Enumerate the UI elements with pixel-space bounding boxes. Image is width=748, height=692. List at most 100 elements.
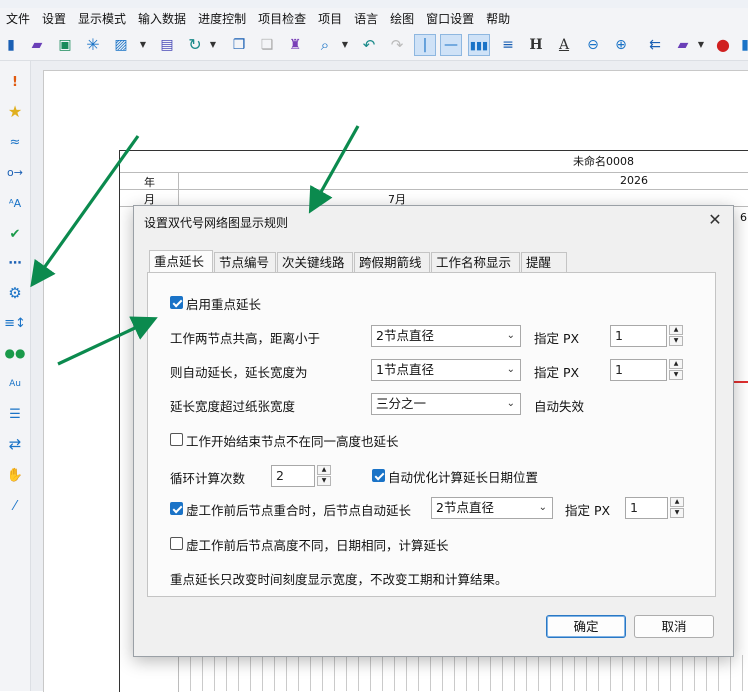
horizontal-line-icon[interactable]: — [440, 34, 462, 56]
swap-icon[interactable]: ⇄ [4, 433, 26, 455]
auto-optimize-checkbox[interactable] [372, 469, 385, 482]
virtual-diff-height-checkbox[interactable] [170, 537, 183, 550]
chevron-down-icon[interactable]: ▼ [138, 34, 148, 56]
extension-width-select[interactable]: 1节点直径 ⌄ [371, 359, 521, 381]
px-stepper-1[interactable]: 1 ▲ ▼ [610, 325, 684, 347]
start-end-extend-checkbox[interactable] [170, 433, 183, 446]
bars-icon[interactable]: ▮▮▮ [468, 34, 490, 56]
spin-down-icon[interactable]: ▼ [669, 370, 683, 380]
exclamation-icon[interactable]: ! [4, 71, 26, 93]
tab-node-numbering[interactable]: 节点编号 [214, 252, 276, 272]
wand-icon[interactable]: ⁄ [4, 495, 26, 517]
refresh-icon[interactable]: ↻ [184, 34, 206, 56]
record-icon[interactable]: ● [712, 34, 734, 56]
menu-file[interactable]: 文件 [0, 8, 36, 30]
asterisk-icon[interactable]: ✳ [82, 34, 104, 56]
menu-help[interactable]: 帮助 [480, 8, 516, 30]
grid-lines [178, 655, 748, 691]
spin-up-icon[interactable]: ▲ [669, 325, 683, 335]
spin-down-icon[interactable]: ▼ [669, 336, 683, 346]
zoom-out-icon[interactable]: ⊖ [582, 34, 604, 56]
text-h-icon[interactable]: H [525, 34, 547, 56]
px-label-3: 指定 PX [565, 503, 611, 518]
ok-button[interactable]: 确定 [546, 615, 626, 638]
year-row-label: 年 [144, 176, 155, 189]
close-icon[interactable]: ✕ [705, 210, 725, 230]
menu-bar: 文件 设置 显示模式 输入数据 进度控制 项目检查 项目 语言 绘图 窗口设置 … [0, 8, 748, 30]
folder-icon[interactable]: ▰ [672, 34, 694, 56]
text-az-icon[interactable]: ᴬA [4, 192, 26, 214]
tab-reminder[interactable]: 提醒 [521, 252, 567, 272]
tab-key-extension[interactable]: 重点延长 [149, 250, 213, 273]
gear-icon[interactable]: ⚙ [4, 282, 26, 304]
redo-icon[interactable]: ↷ [386, 34, 408, 56]
link-icon[interactable]: o→ [4, 161, 26, 183]
chevron-down-icon: ⌄ [538, 502, 547, 513]
print-icon[interactable]: ▤ [156, 34, 178, 56]
loop-count-label: 循环计算次数 [170, 471, 246, 486]
chevron-down-icon[interactable]: ▼ [340, 34, 350, 56]
chevron-down-icon: ⌄ [506, 330, 515, 341]
menu-display-mode[interactable]: 显示模式 [72, 8, 132, 30]
copy-icon[interactable]: ❐ [228, 34, 250, 56]
save-icon[interactable]: ▣ [54, 34, 76, 56]
note-text: 重点延长只改变时间刻度显示宽度，不改变工期和计算结果。 [170, 572, 508, 587]
menu-settings[interactable]: 设置 [36, 8, 72, 30]
spin-up-icon[interactable]: ▲ [669, 359, 683, 369]
new-file-icon[interactable]: ▮ [0, 34, 22, 56]
menu-window-settings[interactable]: 窗口设置 [420, 8, 480, 30]
cancel-button[interactable]: 取消 [634, 615, 714, 638]
virtual-overlap-checkbox[interactable] [170, 502, 183, 515]
hand-icon[interactable]: ✋ [4, 464, 26, 486]
zoom-in-icon[interactable]: ⊕ [610, 34, 632, 56]
menu-project-check[interactable]: 项目检查 [252, 8, 312, 30]
loop-count-stepper[interactable]: 2 ▲ ▼ [271, 465, 333, 487]
virtual-diff-height-label: 虚工作前后节点高度不同，日期相同，计算延长 [186, 538, 449, 553]
chevron-down-icon[interactable]: ▼ [696, 34, 706, 56]
check-icon[interactable]: ✔ [4, 223, 26, 245]
tab-holiday-arrows[interactable]: 跨假期箭线 [354, 252, 430, 272]
menu-draw[interactable]: 绘图 [384, 8, 420, 30]
text-a-icon[interactable]: A [553, 34, 575, 56]
menu-input-data[interactable]: 输入数据 [132, 8, 192, 30]
search-icon[interactable]: ⌕ [314, 34, 336, 56]
extension-width-label: 则自动延长，延长宽度为 [170, 365, 308, 380]
tab-work-name-display[interactable]: 工作名称显示 [431, 252, 520, 272]
enable-key-extension-checkbox[interactable] [170, 296, 183, 309]
more-icon[interactable]: ▮ [734, 34, 748, 56]
same-height-distance-select[interactable]: 2节点直径 ⌄ [371, 325, 521, 347]
left-sidebar: ! ★ ≈ o→ ᴬA ✔ ⋯ ⚙ ≡↕ ●● Au ☰ ⇄ ✋ ⁄ [0, 61, 31, 691]
spin-down-icon[interactable]: ▼ [670, 508, 684, 518]
format-painter-icon[interactable]: ♜ [284, 34, 306, 56]
px-label-1: 指定 PX [534, 331, 580, 346]
image-icon[interactable]: ▨ [110, 34, 132, 56]
dots-icon[interactable]: ⋯ [4, 252, 26, 274]
star-icon[interactable]: ★ [4, 101, 26, 123]
settings-dialog: 设置双代号网络图显示规则 ✕ 重点延长 节点编号 次关键线路 跨假期箭线 工作名… [133, 205, 734, 657]
virtual-overlap-select[interactable]: 2节点直径 ⌄ [431, 497, 553, 519]
spin-down-icon[interactable]: ▼ [317, 476, 331, 486]
vertical-line-icon[interactable]: | [414, 34, 436, 56]
chevron-down-icon: ⌄ [506, 364, 515, 375]
exceed-paper-width-select[interactable]: 三分之一 ⌄ [371, 393, 521, 415]
arrow-icon[interactable]: ⇇ [644, 34, 666, 56]
filter-icon[interactable]: ☰ [4, 403, 26, 425]
open-folder-icon[interactable]: ▰ [26, 34, 48, 56]
px-stepper-3[interactable]: 1 ▲ ▼ [625, 497, 685, 519]
users-icon[interactable]: ●● [4, 342, 26, 364]
spin-up-icon[interactable]: ▲ [670, 497, 684, 507]
spin-up-icon[interactable]: ▲ [317, 465, 331, 475]
menu-project[interactable]: 项目 [312, 8, 348, 30]
start-end-extend-label: 工作开始结束节点不在同一高度也延长 [186, 434, 399, 449]
chevron-down-icon[interactable]: ▼ [208, 34, 218, 56]
wave-icon[interactable]: ≈ [4, 131, 26, 153]
list-icon[interactable]: ≡ [497, 34, 519, 56]
undo-icon[interactable]: ↶ [358, 34, 380, 56]
menu-language[interactable]: 语言 [348, 8, 384, 30]
tab-sub-critical-path[interactable]: 次关键线路 [277, 252, 353, 272]
px-stepper-2[interactable]: 1 ▲ ▼ [610, 359, 684, 381]
sort-icon[interactable]: ≡↕ [4, 312, 26, 334]
paste-icon[interactable]: ❏ [256, 34, 278, 56]
font-au-icon[interactable]: Au [4, 373, 26, 395]
menu-progress-control[interactable]: 进度控制 [192, 8, 252, 30]
